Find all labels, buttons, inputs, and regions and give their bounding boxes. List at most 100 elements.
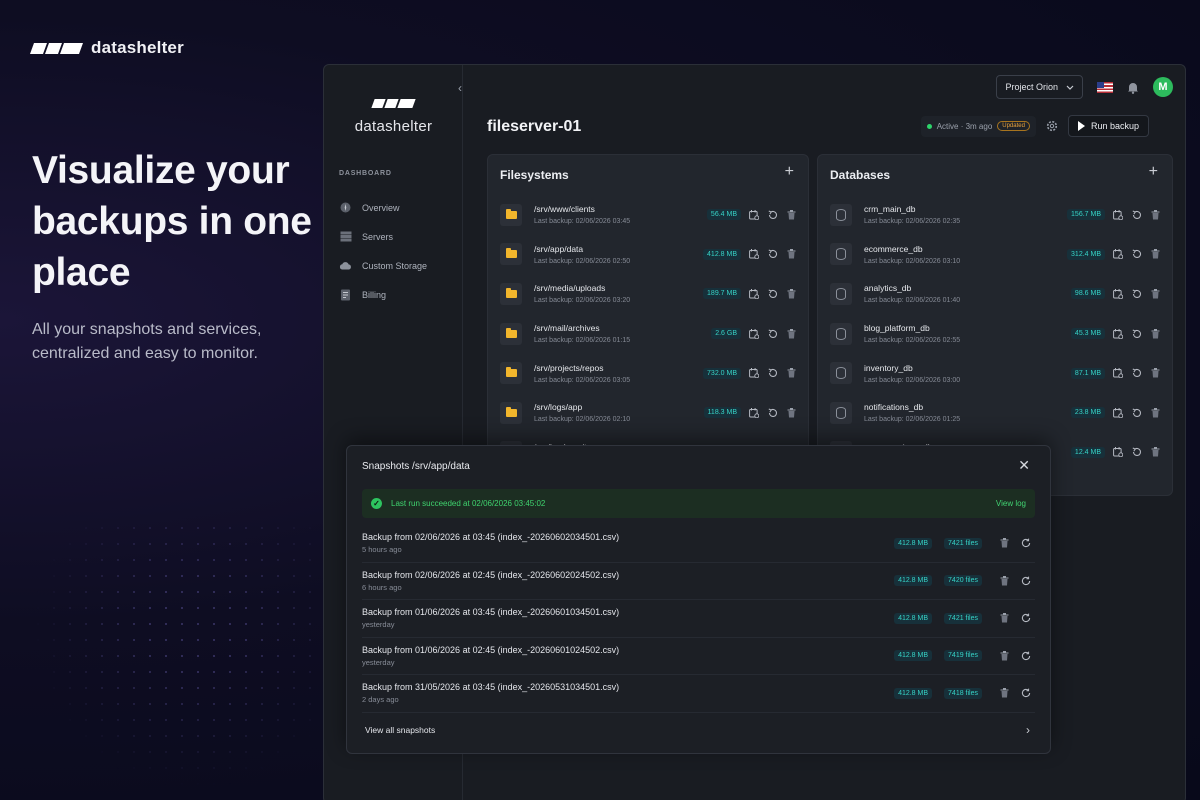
check-circle-icon: ✓: [371, 498, 382, 509]
snapshot-row[interactable]: Backup from 02/06/2026 at 03:45 (index_-…: [362, 525, 1035, 563]
trash-icon[interactable]: [787, 328, 796, 339]
gear-icon[interactable]: [1046, 120, 1058, 132]
filesystem-row[interactable]: /srv/media/uploads Last backup: 02/06/202…: [500, 274, 796, 314]
add-filesystem-plus-icon[interactable]: +: [785, 163, 794, 181]
schedule-backup-icon[interactable]: [749, 249, 759, 260]
database-row[interactable]: blog_platform_db Last backup: 02/06/2026 …: [830, 314, 1160, 354]
database-row[interactable]: notifications_db Last backup: 02/06/2026 …: [830, 393, 1160, 433]
restore-icon[interactable]: [1132, 210, 1142, 220]
snapshot-name: Backup from 02/06/2026 at 03:45 (index_-…: [362, 532, 620, 543]
database-row[interactable]: inventory_db Last backup: 02/06/2026 03:0…: [830, 353, 1160, 393]
filesystem-row[interactable]: /srv/app/data Last backup: 02/06/2026 02:…: [500, 235, 796, 275]
add-database-plus-icon[interactable]: +: [1149, 163, 1158, 181]
filesystem-row[interactable]: /srv/logs/app Last backup: 02/06/2026 02:…: [500, 393, 796, 433]
snapshot-row[interactable]: Backup from 01/06/2026 at 02:45 (index_-…: [362, 638, 1035, 675]
database-icon: [830, 203, 852, 226]
trash-icon[interactable]: [787, 368, 796, 378]
filesystem-row[interactable]: /srv/projects/repos Last backup: 02/06/20…: [500, 353, 796, 393]
row-actions: [749, 209, 796, 220]
collapse-sidebar-chevron-icon[interactable]: ‹: [458, 81, 462, 95]
row-name: crm_main_db: [864, 204, 916, 215]
avatar[interactable]: M: [1153, 77, 1173, 97]
restore-icon[interactable]: [768, 249, 778, 259]
refresh-icon[interactable]: [1021, 576, 1031, 586]
restore-icon[interactable]: [1132, 289, 1142, 299]
schedule-backup-icon[interactable]: [749, 288, 759, 299]
trash-icon[interactable]: [1151, 447, 1160, 457]
restore-icon[interactable]: [768, 408, 778, 418]
trash-icon[interactable]: [1151, 407, 1160, 418]
snapshot-row[interactable]: Backup from 02/06/2026 at 02:45 (index_-…: [362, 563, 1035, 600]
trash-icon[interactable]: [1151, 209, 1160, 220]
filesystem-row[interactable]: /srv/mail/archives Last backup: 02/06/202…: [500, 314, 796, 354]
us-flag-icon[interactable]: [1097, 81, 1113, 93]
restore-icon[interactable]: [768, 289, 778, 299]
trash-icon[interactable]: [1000, 538, 1009, 548]
sidebar-item-billing[interactable]: Billing: [339, 280, 459, 309]
sidebar-logo: datashelter: [324, 99, 463, 135]
schedule-backup-icon[interactable]: [749, 407, 759, 418]
row-actions: [1113, 328, 1160, 339]
refresh-icon[interactable]: [1021, 688, 1031, 698]
restore-icon[interactable]: [768, 368, 778, 378]
view-all-snapshots-link[interactable]: View all snapshots ›: [365, 723, 1030, 737]
project-selector[interactable]: Project Orion: [996, 75, 1083, 99]
refresh-icon[interactable]: [1021, 538, 1031, 548]
trash-icon[interactable]: [1151, 288, 1160, 299]
schedule-backup-icon[interactable]: [749, 209, 759, 220]
brand: datashelter: [29, 38, 184, 58]
sidebar-section-label: DASHBOARD: [339, 170, 392, 177]
schedule-backup-icon[interactable]: [1113, 407, 1123, 418]
trash-icon[interactable]: [1151, 368, 1160, 378]
cloud-icon: [339, 260, 352, 272]
status-row: Active · 3m ago Updated Run backup: [920, 115, 1149, 137]
trash-icon[interactable]: [787, 209, 796, 220]
restore-icon[interactable]: [1132, 447, 1142, 457]
snapshot-actions: [1000, 575, 1031, 586]
trash-icon[interactable]: [787, 407, 796, 418]
restore-icon[interactable]: [1132, 249, 1142, 259]
view-log-link[interactable]: View log: [996, 499, 1026, 508]
restore-icon[interactable]: [768, 329, 778, 339]
restore-icon[interactable]: [768, 210, 778, 220]
schedule-backup-icon[interactable]: [1113, 447, 1123, 458]
close-icon[interactable]: ✕: [1018, 457, 1030, 474]
row-last-backup: Last backup: 02/06/2026 03:45: [534, 218, 631, 226]
trash-icon[interactable]: [787, 288, 796, 299]
restore-icon[interactable]: [1132, 329, 1142, 339]
schedule-backup-icon[interactable]: [749, 368, 759, 379]
database-row[interactable]: crm_main_db Last backup: 02/06/2026 02:35…: [830, 195, 1160, 235]
schedule-backup-icon[interactable]: [749, 328, 759, 339]
schedule-backup-icon[interactable]: [1113, 209, 1123, 220]
sidebar-item-servers[interactable]: Servers: [339, 222, 459, 251]
refresh-icon[interactable]: [1021, 651, 1031, 661]
snapshot-row[interactable]: Backup from 01/06/2026 at 03:45 (index_-…: [362, 600, 1035, 638]
sidebar-item-custom-storage[interactable]: Custom Storage: [339, 251, 459, 280]
trash-icon[interactable]: [1151, 328, 1160, 339]
trash-icon[interactable]: [787, 249, 796, 259]
trash-icon[interactable]: [1000, 575, 1009, 586]
schedule-backup-icon[interactable]: [1113, 288, 1123, 299]
sidebar-item-overview[interactable]: Overview: [339, 193, 459, 222]
schedule-backup-icon[interactable]: [1113, 328, 1123, 339]
trash-icon[interactable]: [1151, 249, 1160, 259]
refresh-icon[interactable]: [1021, 613, 1031, 623]
run-backup-button[interactable]: Run backup: [1067, 115, 1149, 137]
folder-icon: [500, 401, 522, 424]
database-row[interactable]: analytics_db Last backup: 02/06/2026 01:4…: [830, 274, 1160, 314]
schedule-backup-icon[interactable]: [1113, 368, 1123, 379]
row-text: inventory_db Last backup: 02/06/2026 03:0…: [864, 363, 1071, 384]
trash-icon[interactable]: [1000, 650, 1009, 661]
bell-icon[interactable]: [1127, 81, 1139, 94]
trash-icon[interactable]: [1000, 613, 1009, 623]
trash-icon[interactable]: [1000, 688, 1009, 698]
snapshot-row[interactable]: Backup from 31/05/2026 at 03:45 (index_-…: [362, 675, 1035, 713]
filesystem-row[interactable]: /srv/www/clients Last backup: 02/06/2026 …: [500, 195, 796, 235]
database-row[interactable]: ecommerce_db Last backup: 02/06/2026 03:1…: [830, 235, 1160, 275]
status-badge: Active · 3m ago Updated: [920, 115, 1036, 137]
restore-icon[interactable]: [1132, 408, 1142, 418]
restore-icon[interactable]: [1132, 368, 1142, 378]
schedule-backup-icon[interactable]: [1113, 249, 1123, 260]
row-text: /srv/logs/app Last backup: 02/06/2026 02:…: [534, 402, 704, 423]
size-badge: 45.3 MB: [1070, 328, 1105, 340]
